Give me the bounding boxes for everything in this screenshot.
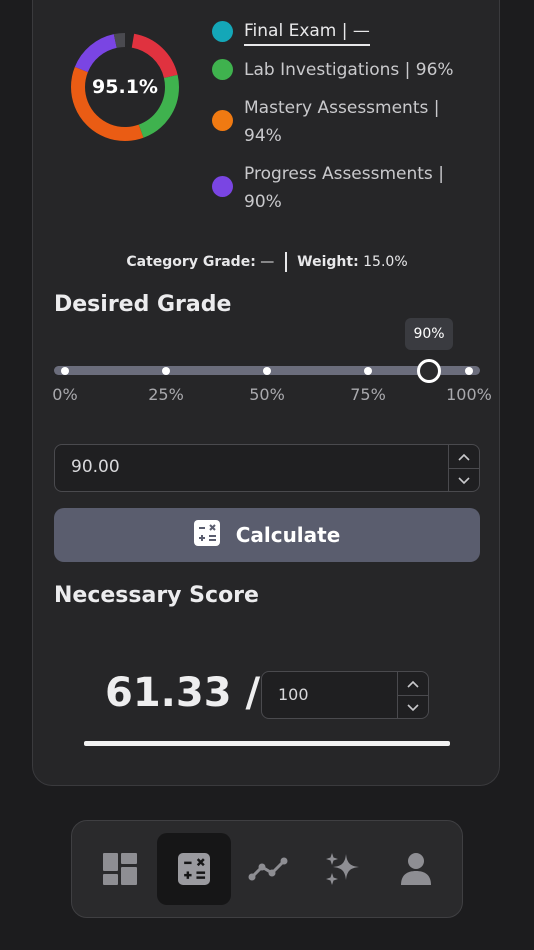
slider-tick-100[interactable] — [465, 367, 473, 375]
slider-tick-0[interactable] — [61, 367, 69, 375]
legend-dot-mastery — [212, 110, 233, 131]
nav-dashboard[interactable] — [83, 833, 157, 905]
chevron-up-icon[interactable] — [449, 445, 479, 469]
legend-item-mastery-assessments[interactable]: Mastery Assessments | 94% — [212, 94, 472, 150]
chevron-down-icon[interactable] — [449, 469, 479, 492]
legend-label: Progress Assessments | 90% — [244, 164, 444, 212]
category-grade-line: Category Grade: — Weight: 15.0% — [0, 252, 534, 272]
nav-calculator[interactable] — [157, 833, 231, 905]
category-grade-label: Category Grade: — [126, 254, 256, 270]
desired-grade-input[interactable]: 90.00 — [54, 444, 480, 492]
category-legend: Final Exam | — Lab Investigations | 96% … — [212, 18, 472, 226]
calculator-icon — [178, 853, 210, 885]
slider-label-50: 50% — [249, 385, 285, 404]
separator — [284, 252, 287, 272]
trend-icon — [248, 857, 288, 881]
legend-label: Lab Investigations | 96% — [244, 60, 454, 80]
slider-tick-50[interactable] — [263, 367, 271, 375]
nav-sparkles[interactable] — [305, 833, 379, 905]
calculate-label: Calculate — [235, 523, 341, 547]
desired-grade-stepper[interactable] — [448, 445, 479, 491]
desired-grade-title: Desired Grade — [54, 292, 232, 317]
legend-dot-lab — [212, 59, 233, 80]
calculate-button[interactable]: Calculate — [54, 508, 480, 562]
profile-icon — [401, 853, 431, 885]
legend-label[interactable]: Final Exam | — — [244, 18, 370, 46]
overall-grade: 95.1% — [92, 76, 158, 98]
slider-thumb[interactable] — [417, 359, 441, 383]
slider-tick-75[interactable] — [364, 367, 372, 375]
necessary-score-title: Necessary Score — [54, 583, 259, 608]
slider-label-75: 75% — [350, 385, 386, 404]
score-progress-bar — [84, 741, 450, 746]
out-of-stepper[interactable] — [397, 672, 428, 718]
weight-value: 15.0% — [363, 254, 408, 270]
slider-label-25: 25% — [148, 385, 184, 404]
bottom-navigation — [71, 820, 463, 918]
necessary-score-value: 61.33 / — [105, 670, 261, 716]
slider-tooltip: 90% — [405, 318, 453, 350]
legend-label: Mastery Assessments | 94% — [244, 98, 440, 146]
calculator-icon — [193, 520, 220, 550]
out-of-value[interactable]: 100 — [278, 685, 309, 704]
weight-label: Weight: — [297, 254, 359, 270]
desired-grade-value[interactable]: 90.00 — [71, 457, 120, 477]
sparkles-icon — [326, 853, 359, 885]
category-grade-value: — — [260, 254, 275, 270]
slider-label-100: 100% — [446, 385, 492, 404]
legend-dot-progress — [212, 176, 233, 197]
slider-tick-25[interactable] — [162, 367, 170, 375]
legend-item-lab-investigations[interactable]: Lab Investigations | 96% — [212, 56, 472, 84]
slider-label-0: 0% — [52, 385, 78, 404]
legend-item-final-exam[interactable]: Final Exam | — — [212, 18, 472, 46]
nav-trends[interactable] — [231, 833, 305, 905]
nav-profile[interactable] — [379, 833, 453, 905]
legend-item-progress-assessments[interactable]: Progress Assessments | 90% — [212, 160, 472, 216]
legend-dot-final-exam — [212, 21, 233, 42]
dashboard-icon — [103, 853, 137, 885]
chevron-up-icon[interactable] — [398, 672, 428, 696]
chevron-down-icon[interactable] — [398, 696, 428, 719]
out-of-input[interactable]: 100 — [261, 671, 429, 719]
